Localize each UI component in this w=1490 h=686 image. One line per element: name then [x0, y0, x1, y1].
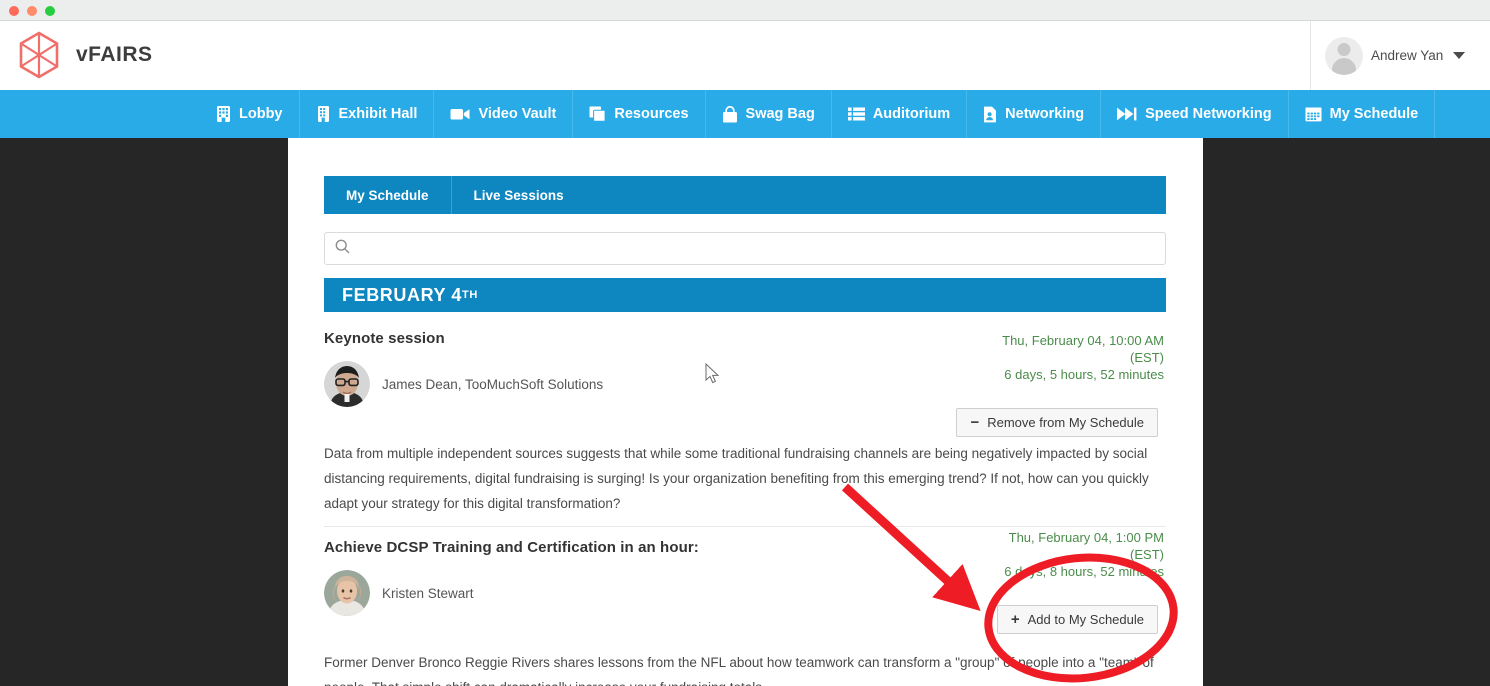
session-time: Thu, February 04, 1:00 PM (EST) 6 days, … — [864, 529, 1164, 580]
user-avatar — [1325, 36, 1363, 75]
nav-left-spacer — [0, 90, 200, 138]
session-datetime: Thu, February 04, 10:00 AM — [1002, 333, 1164, 348]
vfairs-hexagon-logo-icon — [12, 28, 66, 82]
user-name-label: Andrew Yan — [1371, 48, 1444, 63]
nav-item-my-schedule[interactable]: My Schedule — [1289, 90, 1436, 138]
building-icon — [316, 105, 331, 123]
site-header: vFAIRS Andrew Yan — [0, 21, 1490, 90]
main-navigation: Lobby Exhibit Hall Video Vault Resources — [0, 90, 1490, 138]
file-person-icon — [983, 106, 997, 123]
speaker-name: James Dean, TooMuchSoft Solutions — [382, 376, 604, 392]
date-banner-ordinal: TH — [462, 289, 478, 301]
content-panel: My Schedule Live Sessions FEBRUARY 4 TH K… — [288, 138, 1203, 686]
remove-from-my-schedule-button[interactable]: − Remove from My Schedule — [956, 408, 1158, 437]
maximize-window-button[interactable] — [45, 6, 55, 16]
site-logo-text: vFAIRS — [76, 43, 153, 66]
calendar-icon — [1305, 106, 1322, 122]
nav-item-exhibit-hall[interactable]: Exhibit Hall — [300, 90, 435, 138]
documents-icon — [589, 106, 606, 122]
close-window-button[interactable] — [9, 6, 19, 16]
session-description: Data from multiple independent sources s… — [324, 446, 1149, 511]
nav-item-networking[interactable]: Networking — [967, 90, 1102, 138]
nav-item-auditorium[interactable]: Auditorium — [832, 90, 968, 138]
nav-label: Swag Bag — [745, 106, 815, 122]
button-label: Add to My Schedule — [1027, 612, 1144, 627]
session-time: Thu, February 04, 10:00 AM (EST) 6 days,… — [864, 332, 1164, 383]
session-row: Achieve DCSP Training and Certification … — [324, 526, 1166, 686]
nav-item-video-vault[interactable]: Video Vault — [434, 90, 574, 138]
session-row: Keynote session James Dean, TooMuchSoft … — [324, 330, 1166, 516]
nav-item-speed-networking[interactable]: Speed Networking — [1101, 90, 1289, 138]
nav-item-swag-bag[interactable]: Swag Bag — [706, 90, 832, 138]
fast-forward-icon — [1117, 107, 1137, 121]
window-controls — [9, 6, 55, 16]
nav-item-lobby[interactable]: Lobby — [200, 90, 300, 138]
app-window: vFAIRS Andrew Yan Lobby Exhibit Hall Vid… — [0, 0, 1490, 686]
speaker-name: Kristen Stewart — [382, 585, 474, 601]
search-input[interactable] — [356, 241, 1155, 256]
mouse-cursor-icon — [705, 363, 720, 384]
window-title-bar — [0, 0, 1490, 21]
tab-live-sessions[interactable]: Live Sessions — [452, 176, 586, 214]
minus-icon: − — [970, 414, 980, 431]
plus-icon: + — [1010, 611, 1020, 628]
nav-label: My Schedule — [1329, 106, 1419, 122]
search-bar[interactable] — [324, 232, 1166, 265]
session-countdown: 6 days, 8 hours, 52 minutes — [1004, 564, 1164, 579]
building-icon — [216, 105, 231, 123]
page-body: My Schedule Live Sessions FEBRUARY 4 TH K… — [0, 138, 1490, 686]
nav-label: Video Vault — [478, 106, 557, 122]
site-logo[interactable]: vFAIRS — [12, 28, 153, 82]
shopping-bag-icon — [722, 105, 738, 123]
tab-label: Live Sessions — [473, 187, 564, 203]
session-countdown: 6 days, 5 hours, 52 minutes — [1004, 367, 1164, 382]
user-menu[interactable]: Andrew Yan — [1310, 21, 1490, 90]
date-banner-text: FEBRUARY 4 — [342, 284, 463, 305]
session-description: Former Denver Bronco Reggie Rivers share… — [324, 655, 1154, 686]
chevron-down-icon[interactable] — [1453, 52, 1466, 59]
tab-my-schedule[interactable]: My Schedule — [324, 176, 452, 214]
nav-item-resources[interactable]: Resources — [573, 90, 706, 138]
list-grid-icon — [847, 107, 865, 121]
nav-label: Resources — [614, 106, 689, 122]
nav-label: Lobby — [239, 106, 283, 122]
date-banner: FEBRUARY 4 TH — [324, 278, 1166, 312]
schedule-tabs: My Schedule Live Sessions — [324, 176, 1166, 214]
session-timezone: (EST) — [1130, 547, 1164, 562]
tab-label: My Schedule — [346, 187, 429, 203]
nav-label: Exhibit Hall — [338, 106, 418, 122]
add-to-my-schedule-button[interactable]: + Add to My Schedule — [996, 605, 1158, 634]
minimize-window-button[interactable] — [27, 6, 37, 16]
nav-label: Auditorium — [872, 106, 951, 122]
video-camera-icon — [450, 107, 470, 121]
nav-label: Networking — [1005, 106, 1085, 122]
nav-label: Speed Networking — [1145, 106, 1272, 122]
speaker-photo-james-dean — [324, 361, 370, 407]
button-label: Remove from My Schedule — [987, 415, 1144, 430]
session-timezone: (EST) — [1130, 350, 1164, 365]
session-datetime: Thu, February 04, 1:00 PM — [1008, 530, 1164, 545]
speaker-photo-kristen-stewart — [324, 570, 370, 616]
search-icon — [335, 239, 350, 259]
